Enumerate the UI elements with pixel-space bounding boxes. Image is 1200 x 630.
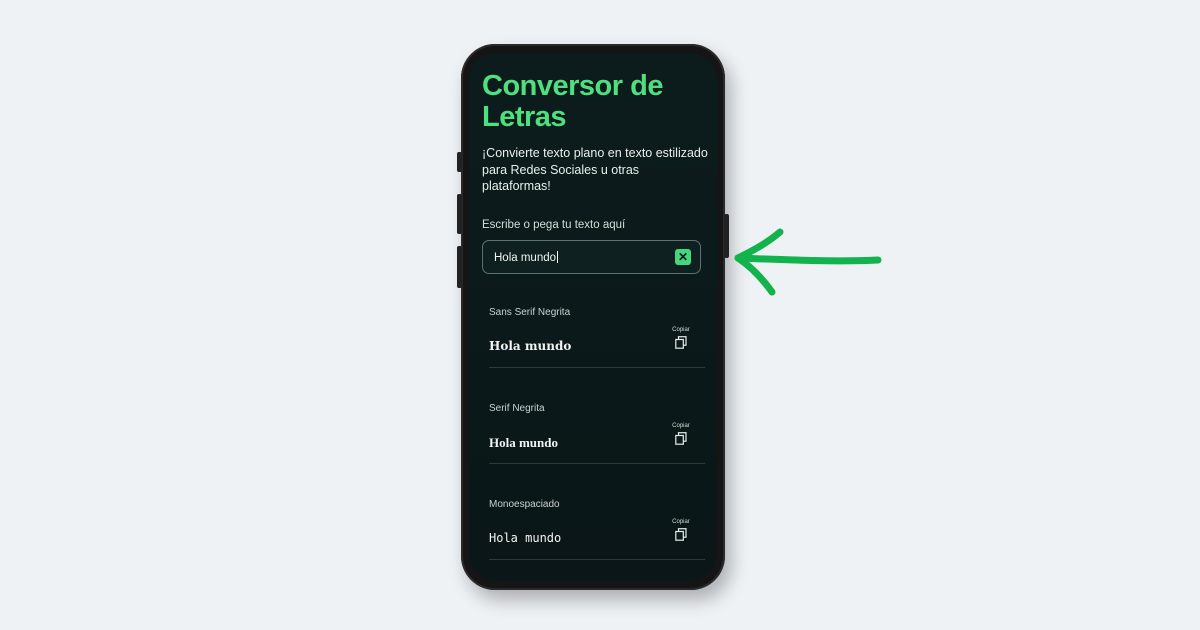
clear-button[interactable]: ✕ xyxy=(675,249,691,265)
style-item-sans-serif-bold: Sans Serif Negrita Hola mundo Copiar xyxy=(489,307,705,368)
copy-icon[interactable] xyxy=(675,336,687,354)
copy-icon[interactable] xyxy=(675,528,687,546)
page-title: Conversor de Letras xyxy=(482,70,663,133)
style-name: Monoespaciado xyxy=(489,499,560,510)
copy-button[interactable]: Copiar xyxy=(669,327,693,354)
style-item-monospace: Monoespaciado Hola mundo Copiar xyxy=(489,499,705,560)
style-name: Sans Serif Negrita xyxy=(489,307,571,318)
copy-label: Copiar xyxy=(672,327,690,333)
volume-down-button xyxy=(457,246,462,288)
text-caret xyxy=(557,251,559,263)
style-name: Serif Negrita xyxy=(489,403,545,414)
style-sample: Hola mundo xyxy=(489,435,558,450)
arrow-left-icon xyxy=(734,228,882,296)
text-input[interactable]: Hola mundo ✕ xyxy=(482,240,701,274)
style-sample: Hola mundo xyxy=(489,339,572,353)
copy-icon[interactable] xyxy=(675,432,687,450)
copy-button[interactable]: Copiar xyxy=(669,423,693,450)
copy-label: Copiar xyxy=(672,519,690,525)
phone-frame: Conversor de Letras ¡Convierte texto pla… xyxy=(457,44,729,590)
style-item-serif-bold: Serif Negrita Hola mundo Copiar xyxy=(489,403,705,464)
input-label: Escribe o pega tu texto aquí xyxy=(482,219,626,231)
side-button xyxy=(457,152,462,172)
text-input-value[interactable]: Hola mundo xyxy=(494,251,559,264)
close-icon: ✕ xyxy=(677,250,689,264)
volume-up-button xyxy=(457,194,462,234)
page-subtitle: ¡Convierte texto plano en texto estiliza… xyxy=(482,146,708,193)
style-sample: Hola mundo xyxy=(489,531,562,545)
copy-label: Copiar xyxy=(672,423,690,429)
phone-screen: Conversor de Letras ¡Convierte texto pla… xyxy=(469,53,717,581)
copy-button[interactable]: Copiar xyxy=(669,519,693,546)
